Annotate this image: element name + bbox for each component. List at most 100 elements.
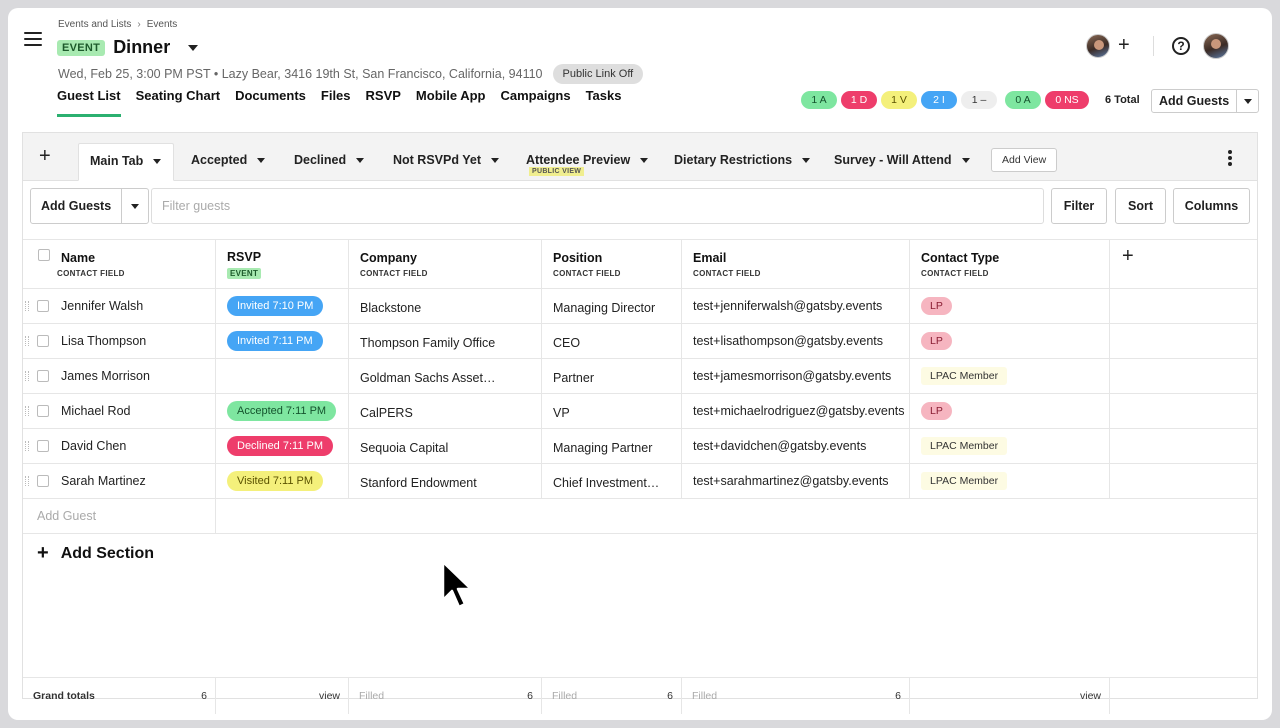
attended-count-pill[interactable]: 0 A [1005, 91, 1041, 109]
add-column-icon[interactable]: + [1122, 245, 1134, 268]
columns-button[interactable]: Columns [1173, 188, 1250, 224]
company-cell[interactable]: Blackstone [349, 289, 542, 323]
chevron-down-icon[interactable] [188, 44, 199, 51]
user-avatar[interactable] [1203, 33, 1229, 59]
row-checkbox[interactable] [37, 475, 49, 487]
tab-guest-list[interactable]: Guest List [57, 88, 121, 117]
invited-count-pill[interactable]: 2 I [921, 91, 957, 109]
drag-handle-icon[interactable] [25, 476, 29, 486]
position-cell[interactable]: CEO [542, 324, 682, 358]
tab-documents[interactable]: Documents [235, 88, 306, 117]
name-cell[interactable]: Jennifer Walsh [23, 289, 216, 323]
email-cell[interactable]: test+davidchen@gatsby.events [682, 429, 910, 463]
position-cell[interactable]: Partner [542, 359, 682, 393]
company-cell[interactable]: Sequoia Capital [349, 429, 542, 463]
drag-handle-icon[interactable] [25, 301, 29, 311]
rsvp-column-header[interactable]: RSVP EVENT [216, 240, 349, 288]
email-cell[interactable]: test+lisathompson@gatsby.events [682, 324, 910, 358]
filter-guests-input[interactable] [151, 188, 1044, 224]
menu-icon[interactable] [24, 32, 42, 46]
rsvp-cell[interactable]: Visited 7:11 PM [216, 464, 349, 498]
name-cell[interactable]: David Chen [23, 429, 216, 463]
rsvp-cell[interactable]: Invited 7:10 PM [216, 289, 349, 323]
table-row[interactable]: David Chen Declined 7:11 PM Sequoia Capita… [23, 428, 1257, 463]
more-options-icon[interactable] [1228, 150, 1232, 168]
drag-handle-icon[interactable] [25, 371, 29, 381]
rsvp-totals-view-link[interactable]: view [319, 690, 340, 702]
email-cell[interactable]: test+jamesmorrison@gatsby.events [682, 359, 910, 393]
email-cell[interactable]: test+michaelrodriguez@gatsby.events [682, 394, 910, 428]
company-cell[interactable]: Goldman Sachs Asset… [349, 359, 542, 393]
table-row[interactable]: Sarah Martinez Visited 7:11 PM Stanford En… [23, 463, 1257, 498]
tab-files[interactable]: Files [321, 88, 351, 117]
breadcrumb-events-and-lists[interactable]: Events and Lists [58, 19, 131, 30]
email-cell[interactable]: test+jenniferwalsh@gatsby.events [682, 289, 910, 323]
drag-handle-icon[interactable] [25, 336, 29, 346]
tab-seating-chart[interactable]: Seating Chart [136, 88, 221, 117]
position-cell[interactable]: Managing Partner [542, 429, 682, 463]
add-view-button[interactable]: Add View [991, 148, 1058, 172]
public-link-toggle[interactable]: Public Link Off [552, 64, 644, 84]
contact-type-cell[interactable]: LP [910, 289, 1110, 323]
no-response-count-pill[interactable]: 1 – [961, 91, 997, 109]
tab-tasks[interactable]: Tasks [586, 88, 622, 117]
add-guests-dropdown[interactable] [1236, 90, 1258, 112]
position-cell[interactable]: VP [542, 394, 682, 428]
name-cell[interactable]: Michael Rod [23, 394, 216, 428]
rsvp-status-badge[interactable]: Invited 7:11 PM [227, 331, 323, 351]
table-row[interactable]: James Morrison Goldman Sachs Asset… Partne… [23, 358, 1257, 393]
company-cell[interactable]: CalPERS [349, 394, 542, 428]
company-cell[interactable]: Stanford Endowment [349, 464, 542, 498]
contact-type-column-header[interactable]: Contact Type CONTACT FIELD [910, 240, 1110, 288]
rsvp-cell[interactable]: Accepted 7:11 PM [216, 394, 349, 428]
row-checkbox[interactable] [37, 440, 49, 452]
view-tab-dietary[interactable]: Dietary Restrictions [674, 143, 811, 181]
table-row[interactable]: Lisa Thompson Invited 7:11 PM Thompson Fam… [23, 323, 1257, 358]
chevron-down-icon[interactable] [802, 158, 811, 163]
add-guests-dropdown[interactable] [121, 189, 148, 223]
name-column-header[interactable]: Name CONTACT FIELD [23, 240, 216, 288]
email-column-header[interactable]: Email CONTACT FIELD [682, 240, 910, 288]
table-row[interactable]: Jennifer Walsh Invited 7:10 PM Blackstone M… [23, 288, 1257, 323]
declined-count-pill[interactable]: 1 D [841, 91, 877, 109]
add-guests-button[interactable]: Add Guests [1152, 94, 1236, 108]
visited-count-pill[interactable]: 1 V [881, 91, 917, 109]
company-cell[interactable]: Thompson Family Office [349, 324, 542, 358]
breadcrumb-events[interactable]: Events [147, 19, 178, 30]
drag-handle-icon[interactable] [25, 406, 29, 416]
add-collaborator-icon[interactable]: + [1118, 35, 1130, 55]
rsvp-cell[interactable]: Invited 7:11 PM [216, 324, 349, 358]
sort-button[interactable]: Sort [1115, 188, 1166, 224]
add-guest-button[interactable]: Add Guest [37, 509, 96, 523]
add-section-button[interactable]: + Add Section [37, 542, 154, 565]
help-icon[interactable]: ? [1172, 37, 1190, 55]
collaborator-avatar[interactable] [1086, 34, 1110, 58]
company-column-header[interactable]: Company CONTACT FIELD [349, 240, 542, 288]
rsvp-status-badge[interactable]: Visited 7:11 PM [227, 471, 324, 491]
add-guests-button[interactable]: Add Guests [31, 199, 121, 213]
name-cell[interactable]: Lisa Thompson [23, 324, 216, 358]
view-tab-not-rsvpd[interactable]: Not RSVPd Yet [393, 143, 499, 181]
row-checkbox[interactable] [37, 370, 49, 382]
filter-button[interactable]: Filter [1051, 188, 1107, 224]
position-cell[interactable]: Managing Director [542, 289, 682, 323]
no-show-count-pill[interactable]: 0 NS [1045, 91, 1089, 109]
position-column-header[interactable]: Position CONTACT FIELD [542, 240, 682, 288]
rsvp-status-badge[interactable]: Invited 7:10 PM [227, 296, 324, 316]
view-tab-accepted[interactable]: Accepted [191, 143, 266, 181]
tab-mobile-app[interactable]: Mobile App [416, 88, 486, 117]
contact-type-cell[interactable]: LPAC Member [910, 464, 1110, 498]
rsvp-status-badge[interactable]: Declined 7:11 PM [227, 436, 334, 456]
accepted-count-pill[interactable]: 1 A [801, 91, 837, 109]
chevron-down-icon[interactable] [356, 158, 365, 163]
select-all-checkbox[interactable] [38, 249, 50, 261]
chevron-down-icon[interactable] [153, 159, 162, 164]
tab-campaigns[interactable]: Campaigns [501, 88, 571, 117]
chevron-down-icon[interactable] [490, 158, 499, 163]
email-cell[interactable]: test+sarahmartinez@gatsby.events [682, 464, 910, 498]
name-cell[interactable]: Sarah Martinez [23, 464, 216, 498]
contact-type-cell[interactable]: LPAC Member [910, 429, 1110, 463]
rsvp-status-badge[interactable]: Accepted 7:11 PM [227, 401, 337, 421]
view-tab-main[interactable]: Main Tab [78, 143, 175, 181]
contact-type-cell[interactable]: LPAC Member [910, 359, 1110, 393]
